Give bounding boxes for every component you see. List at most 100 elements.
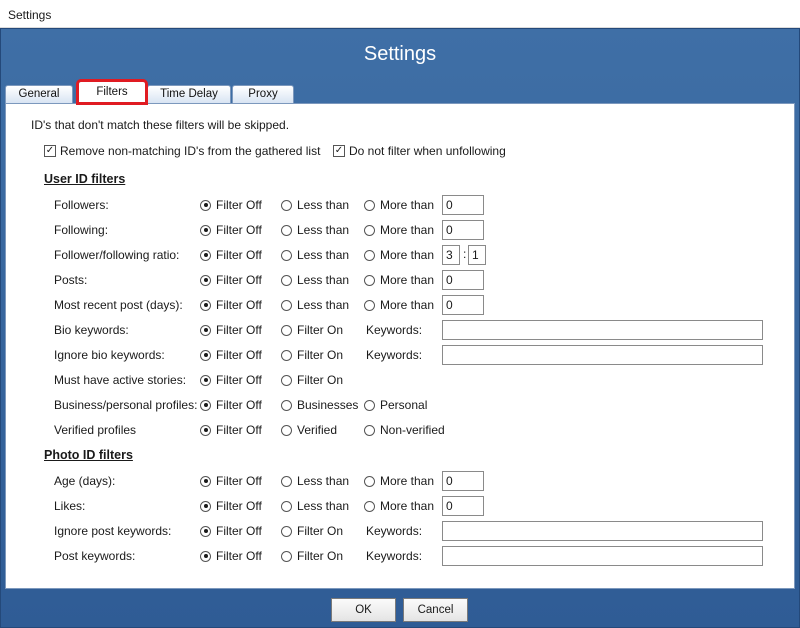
age-filter-off[interactable]: Filter Off: [200, 474, 262, 488]
radio-icon[interactable]: [281, 550, 292, 562]
bio-keywords-input[interactable]: [442, 320, 763, 340]
ignore-bio-input[interactable]: [442, 345, 763, 365]
radio-selected-icon[interactable]: [200, 500, 211, 512]
post-keywords-filter-off[interactable]: Filter Off: [200, 549, 262, 563]
bio-keywords-filter-off[interactable]: Filter Off: [200, 323, 262, 337]
radio-icon[interactable]: [281, 199, 292, 211]
radio-selected-icon[interactable]: [200, 550, 211, 562]
following-less-than[interactable]: Less than: [281, 223, 349, 237]
remove-nonmatching-checkbox[interactable]: ✓ Remove non-matching ID's from the gath…: [44, 144, 320, 158]
radio-icon[interactable]: [281, 399, 292, 411]
radio-icon[interactable]: [364, 274, 375, 286]
verified-verified[interactable]: Verified: [281, 423, 337, 437]
recent-post-value-input[interactable]: 0: [442, 295, 484, 315]
radio-icon[interactable]: [364, 500, 375, 512]
option-label: Less than: [297, 474, 350, 488]
radio-icon[interactable]: [281, 374, 292, 386]
radio-icon[interactable]: [364, 424, 375, 436]
recent-post-filter-off[interactable]: Filter Off: [200, 298, 262, 312]
bio-keywords-filter-on[interactable]: Filter On: [281, 323, 343, 337]
cancel-button[interactable]: Cancel: [403, 598, 468, 622]
business-businesses[interactable]: Businesses: [281, 398, 358, 412]
followers-value-input[interactable]: 0: [442, 195, 484, 215]
likes-filter-off[interactable]: Filter Off: [200, 499, 262, 513]
likes-value-input[interactable]: 0: [442, 496, 484, 516]
tab-general[interactable]: General: [5, 85, 73, 103]
ratio-more-than[interactable]: More than: [364, 248, 434, 262]
age-value-input[interactable]: 0: [442, 471, 484, 491]
radio-icon[interactable]: [364, 399, 375, 411]
recent-post-less-than[interactable]: Less than: [281, 298, 349, 312]
following-more-than[interactable]: More than: [364, 223, 434, 237]
radio-icon[interactable]: [281, 500, 292, 512]
radio-icon[interactable]: [364, 224, 375, 236]
business-personal[interactable]: Personal: [364, 398, 427, 412]
radio-selected-icon[interactable]: [200, 224, 211, 236]
bio-keywords-label: Bio keywords:: [54, 323, 129, 337]
followers-less-than[interactable]: Less than: [281, 198, 349, 212]
likes-less-than[interactable]: Less than: [281, 499, 349, 513]
ignore-bio-filter-off[interactable]: Filter Off: [200, 348, 262, 362]
radio-selected-icon[interactable]: [200, 249, 211, 261]
radio-selected-icon[interactable]: [200, 475, 211, 487]
posts-less-than[interactable]: Less than: [281, 273, 349, 287]
ratio-value-a-input[interactable]: 3: [442, 245, 460, 265]
radio-icon[interactable]: [281, 249, 292, 261]
followers-filter-off[interactable]: Filter Off: [200, 198, 262, 212]
radio-icon[interactable]: [281, 299, 292, 311]
radio-icon[interactable]: [364, 299, 375, 311]
checkmark-icon[interactable]: ✓: [44, 145, 56, 157]
radio-selected-icon[interactable]: [200, 199, 211, 211]
checkmark-icon[interactable]: ✓: [333, 145, 345, 157]
tab-time-delay[interactable]: Time Delay: [147, 85, 231, 103]
ignore-bio-filter-on[interactable]: Filter On: [281, 348, 343, 362]
radio-icon[interactable]: [281, 525, 292, 537]
verified-filter-off[interactable]: Filter Off: [200, 423, 262, 437]
verified-non-verified[interactable]: Non-verified: [364, 423, 445, 437]
radio-icon[interactable]: [281, 475, 292, 487]
ratio-value-b-input[interactable]: 1: [468, 245, 486, 265]
recent-post-more-than[interactable]: More than: [364, 298, 434, 312]
radio-selected-icon[interactable]: [200, 299, 211, 311]
radio-icon[interactable]: [364, 199, 375, 211]
tab-proxy[interactable]: Proxy: [232, 85, 294, 103]
radio-selected-icon[interactable]: [200, 374, 211, 386]
posts-row: Posts: Filter Off Less than More than 0: [6, 269, 796, 291]
ok-button[interactable]: OK: [331, 598, 396, 622]
radio-selected-icon[interactable]: [200, 424, 211, 436]
radio-icon[interactable]: [364, 249, 375, 261]
likes-more-than[interactable]: More than: [364, 499, 434, 513]
posts-value-input[interactable]: 0: [442, 270, 484, 290]
radio-selected-icon[interactable]: [200, 324, 211, 336]
tab-filters[interactable]: Filters: [76, 79, 148, 105]
radio-icon[interactable]: [281, 224, 292, 236]
post-keywords-input[interactable]: [442, 546, 763, 566]
ratio-less-than[interactable]: Less than: [281, 248, 349, 262]
stories-filter-on[interactable]: Filter On: [281, 373, 343, 387]
ignore-post-filter-on[interactable]: Filter On: [281, 524, 343, 538]
following-filter-off[interactable]: Filter Off: [200, 223, 262, 237]
radio-selected-icon[interactable]: [200, 399, 211, 411]
posts-filter-off[interactable]: Filter Off: [200, 273, 262, 287]
radio-selected-icon[interactable]: [200, 525, 211, 537]
following-value-input[interactable]: 0: [442, 220, 484, 240]
radio-selected-icon[interactable]: [200, 274, 211, 286]
posts-more-than[interactable]: More than: [364, 273, 434, 287]
radio-icon[interactable]: [281, 274, 292, 286]
radio-icon[interactable]: [364, 475, 375, 487]
radio-selected-icon[interactable]: [200, 349, 211, 361]
stories-filter-off[interactable]: Filter Off: [200, 373, 262, 387]
radio-icon[interactable]: [281, 349, 292, 361]
business-filter-off[interactable]: Filter Off: [200, 398, 262, 412]
age-less-than[interactable]: Less than: [281, 474, 349, 488]
ignore-post-input[interactable]: [442, 521, 763, 541]
followers-more-than[interactable]: More than: [364, 198, 434, 212]
radio-icon[interactable]: [281, 424, 292, 436]
post-keywords-filter-on[interactable]: Filter On: [281, 549, 343, 563]
option-label: Filter On: [297, 524, 344, 538]
age-more-than[interactable]: More than: [364, 474, 434, 488]
ratio-filter-off[interactable]: Filter Off: [200, 248, 262, 262]
no-filter-unfollow-checkbox[interactable]: ✓ Do not filter when unfollowing: [333, 144, 506, 158]
radio-icon[interactable]: [281, 324, 292, 336]
ignore-post-filter-off[interactable]: Filter Off: [200, 524, 262, 538]
